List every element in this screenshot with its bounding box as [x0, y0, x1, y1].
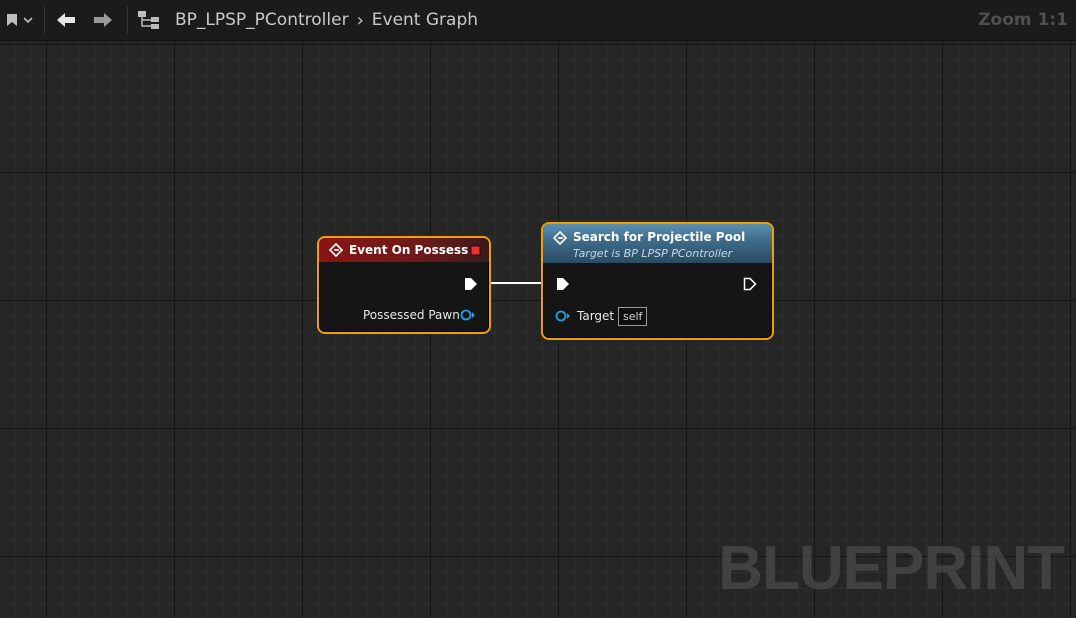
event-on-possess-node[interactable]: Event On Possess Possessed Pawn — [317, 236, 491, 334]
node-header: Event On Possess — [319, 238, 489, 262]
node-header: Search for Projectile Pool Target is BP … — [543, 224, 772, 263]
breadcrumb: BP_LPSP_PController › Event Graph — [175, 0, 478, 40]
exec-in-pin-icon[interactable] — [556, 277, 570, 291]
chevron-down-icon — [23, 17, 33, 24]
target-default-value-field[interactable]: self — [618, 307, 648, 326]
object-pin-icon[interactable] — [555, 309, 571, 323]
function-icon — [553, 231, 567, 245]
breadcrumb-separator-icon: › — [356, 9, 364, 31]
toolbar-divider — [44, 6, 45, 34]
delegate-pin-icon[interactable] — [470, 245, 481, 256]
forward-button[interactable] — [92, 0, 114, 40]
graph-hierarchy-button[interactable] — [137, 0, 161, 40]
toolbar-divider — [127, 6, 128, 34]
exec-out-pin-icon[interactable] — [743, 277, 757, 291]
exec-out-pin-icon[interactable] — [464, 277, 478, 291]
exec-wire — [476, 282, 556, 284]
breadcrumb-blueprint[interactable]: BP_LPSP_PController — [175, 10, 349, 30]
bookmarks-button[interactable] — [6, 0, 34, 40]
event-icon — [329, 243, 343, 257]
bookmark-icon — [7, 14, 17, 26]
zoom-level: Zoom 1:1 — [978, 10, 1068, 30]
breadcrumb-graph[interactable]: Event Graph — [372, 10, 478, 30]
blueprint-watermark: BLUEPRINT — [718, 534, 1065, 603]
target-pin-label: Target — [577, 309, 615, 323]
node-title: Event On Possess — [349, 243, 469, 257]
possessed-pawn-pin-label: Possessed Pawn — [363, 308, 460, 322]
node-title: Search for Projectile Pool — [573, 230, 746, 244]
back-arrow-icon — [57, 13, 75, 27]
forward-arrow-icon — [94, 13, 112, 27]
hierarchy-icon — [138, 11, 159, 29]
node-subtitle: Target is BP LPSP PController — [573, 247, 733, 260]
back-button[interactable] — [55, 0, 77, 40]
search-projectile-pool-node[interactable]: Search for Projectile Pool Target is BP … — [541, 222, 774, 340]
object-pin-icon[interactable] — [460, 308, 476, 322]
graph-toolbar: BP_LPSP_PController › Event Graph Zoom 1… — [0, 0, 1076, 41]
